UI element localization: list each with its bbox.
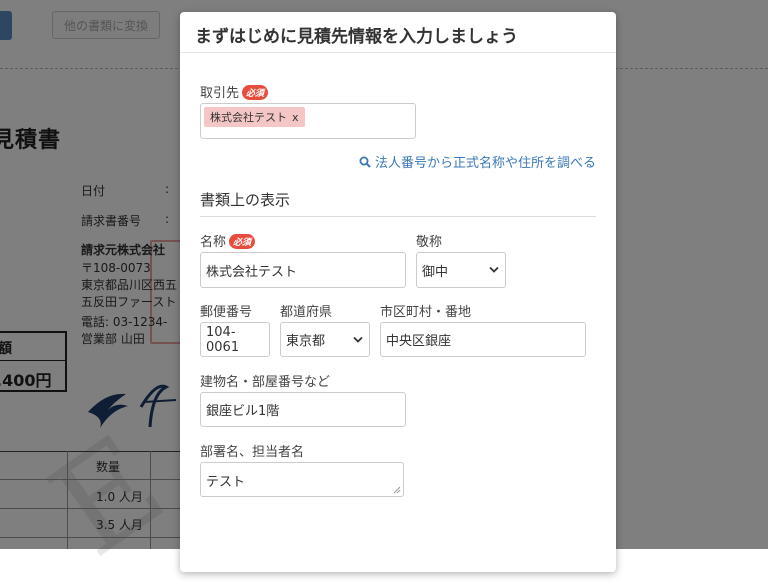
name-input[interactable]: 株式会社テスト <box>200 252 406 288</box>
client-tag-remove[interactable]: x <box>292 111 299 124</box>
name-label-text: 名称 <box>200 235 227 250</box>
client-select[interactable]: 株式会社テスト x <box>200 103 416 139</box>
lookup-link-text: 法人番号から正式名称や住所を調べる <box>375 156 597 171</box>
prefecture-select[interactable]: 東京都 <box>280 322 370 357</box>
honorific-select[interactable]: 御中 <box>416 252 506 288</box>
prefecture-label: 都道府県 <box>280 305 333 320</box>
modal-title: まずはじめに見積先情報を入力しましょう <box>195 27 518 47</box>
postal-code-input[interactable]: 104-0061 <box>200 322 270 357</box>
chevron-down-icon <box>353 336 363 343</box>
client-tag: 株式会社テスト x <box>204 107 305 127</box>
client-label: 取引先 必須 <box>200 82 269 101</box>
modal-header: まずはじめに見積先情報を入力しましょう <box>180 12 616 53</box>
building-label: 建物名・部屋番号など <box>200 375 331 390</box>
required-badge: 必須 <box>229 234 256 249</box>
department-value: テスト <box>206 475 246 490</box>
client-tag-label: 株式会社テスト <box>210 111 287 124</box>
section-divider <box>200 216 596 217</box>
city-label: 市区町村・番地 <box>380 305 472 320</box>
name-label: 名称 必須 <box>200 231 256 250</box>
client-info-modal: まずはじめに見積先情報を入力しましょう 取引先 必須 株式会社テスト x 法人番号… <box>180 12 616 572</box>
section-title: 書類上の表示 <box>200 191 291 209</box>
honorific-value: 御中 <box>422 264 449 280</box>
resize-handle-icon[interactable] <box>393 486 401 494</box>
chevron-down-icon <box>489 266 499 273</box>
building-input[interactable]: 銀座ビル1階 <box>200 392 406 427</box>
department-label: 部署名、担当者名 <box>200 445 305 460</box>
honorific-label: 敬称 <box>416 235 443 250</box>
lookup-corporate-number-link[interactable]: 法人番号から正式名称や住所を調べる <box>359 152 596 171</box>
search-icon <box>359 156 371 168</box>
prefecture-value: 東京都 <box>286 334 326 349</box>
postal-code-label: 郵便番号 <box>200 305 253 320</box>
client-label-text: 取引先 <box>200 86 240 101</box>
department-textarea[interactable]: テスト <box>200 462 404 497</box>
required-badge: 必須 <box>242 85 269 100</box>
city-input[interactable]: 中央区銀座 <box>380 322 586 357</box>
